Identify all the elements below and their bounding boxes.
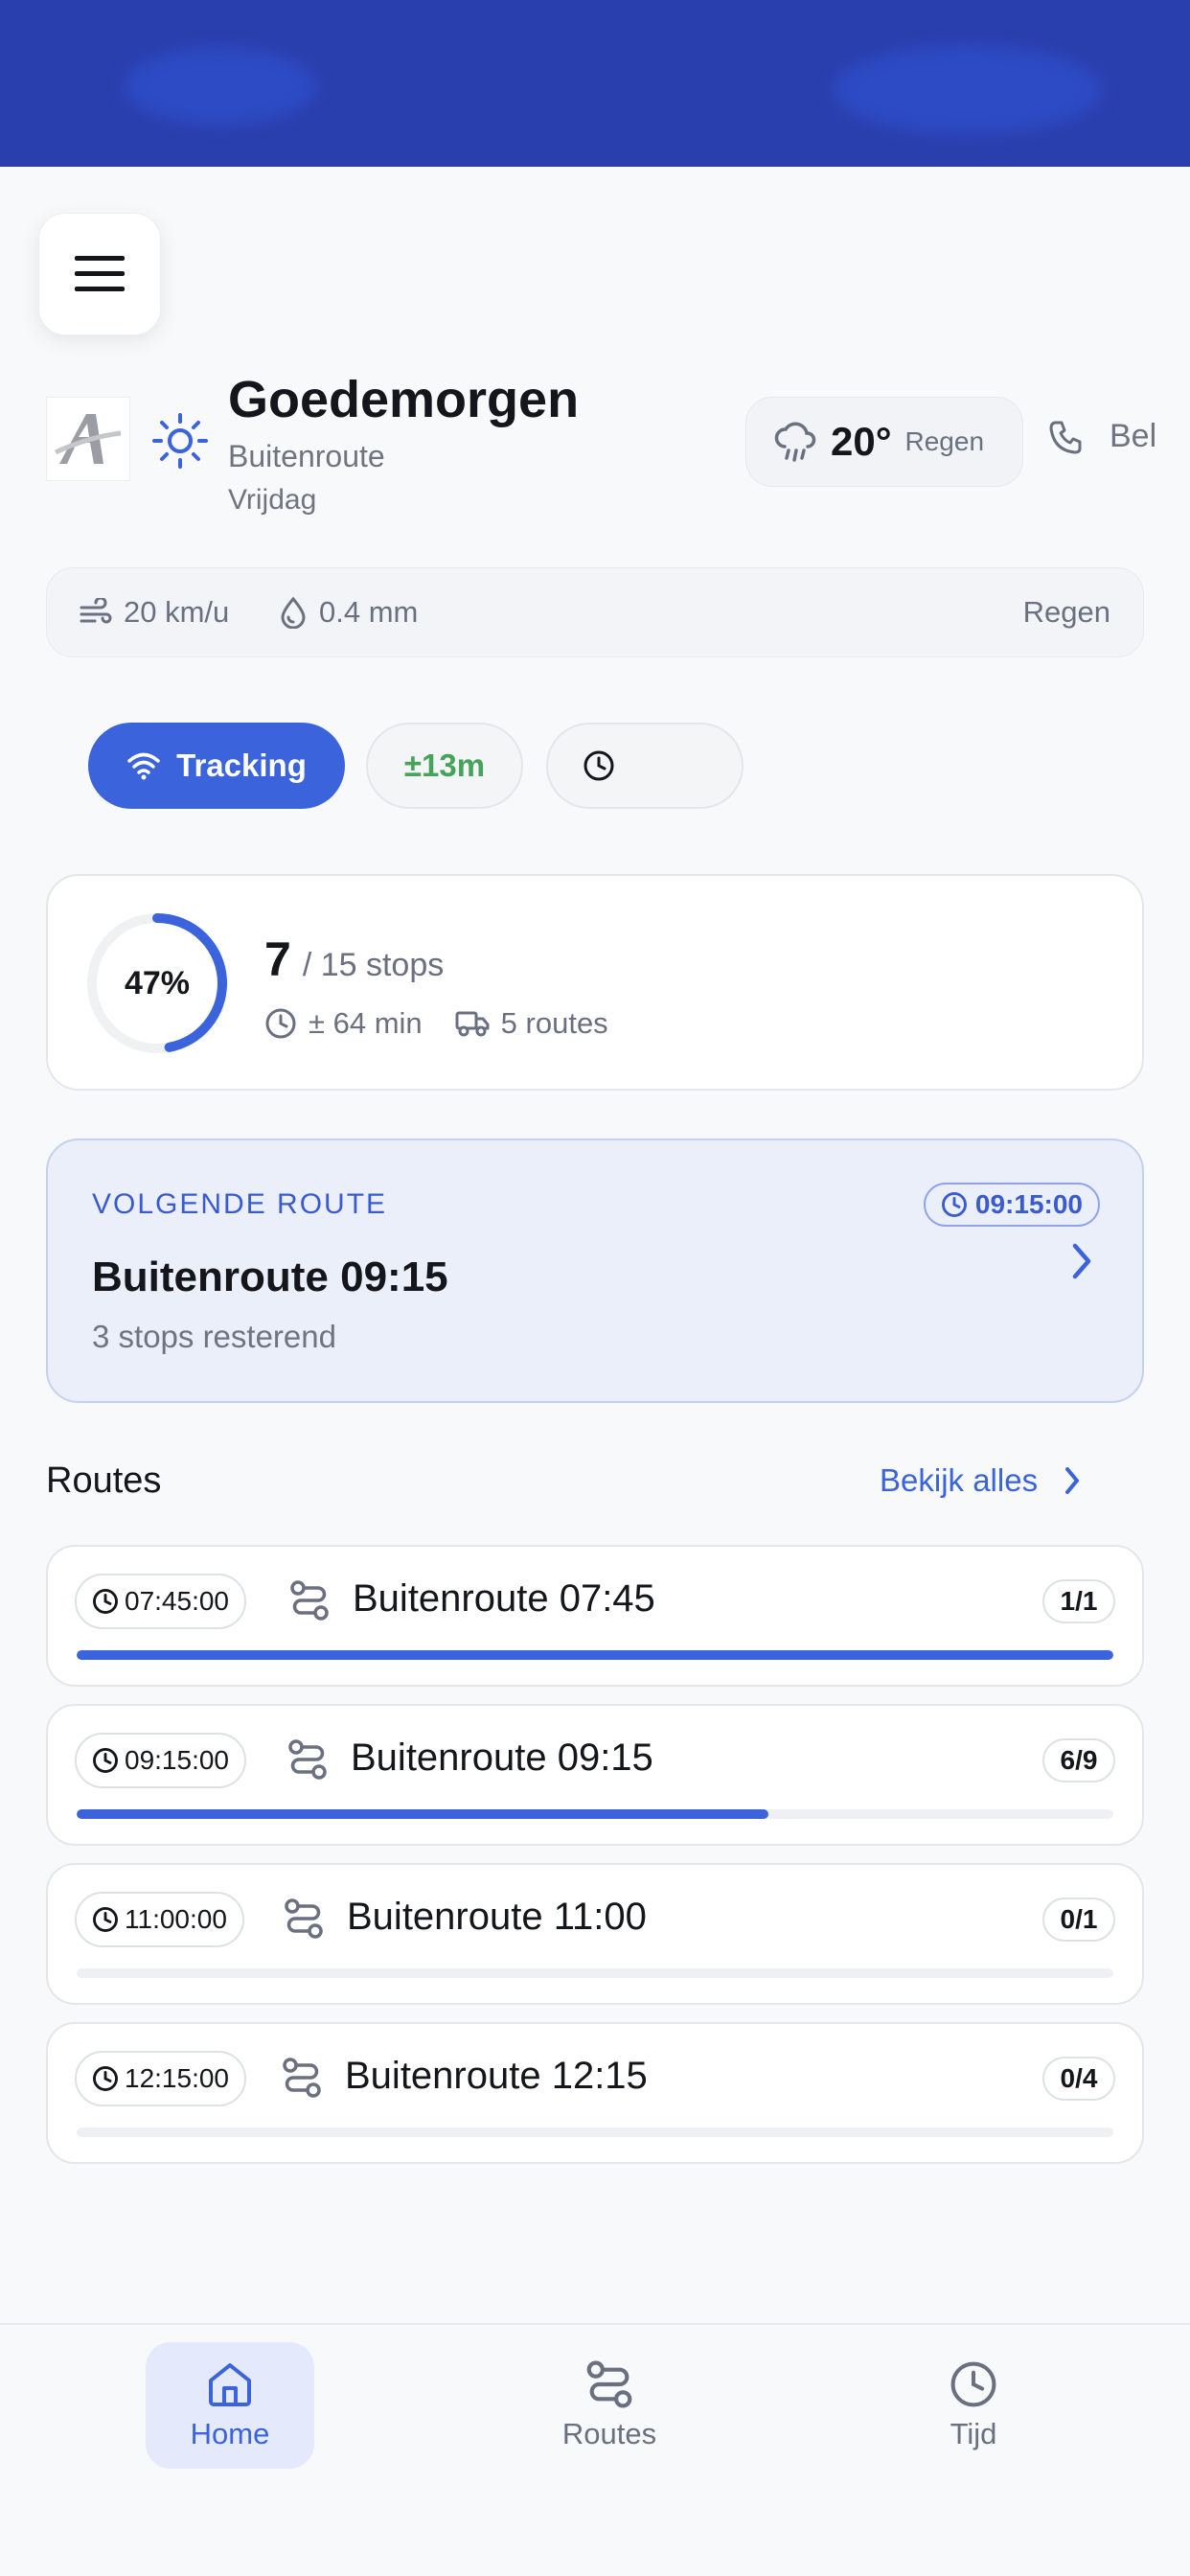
clock-icon: [93, 1589, 118, 1614]
route-time: 12:15:00: [125, 2063, 229, 2093]
route-subtitle: Buitenroute: [228, 439, 385, 473]
bottom-nav: Home Routes Tijd: [0, 2323, 1190, 2576]
clock-icon: [93, 2066, 118, 2091]
route-name: Buitenroute 11:00: [347, 1896, 647, 1938]
sun-icon: [152, 413, 208, 469]
wifi-icon: [127, 752, 160, 780]
stops-total: / 15 stops: [302, 947, 445, 983]
nav-home-label: Home: [190, 2417, 270, 2450]
progress-percent: 47%: [124, 964, 191, 1001]
nav-time-label: Tijd: [950, 2417, 997, 2450]
tracking-chip[interactable]: Tracking: [88, 723, 345, 809]
rain-metric: 0.4 mm: [279, 568, 418, 656]
day-label: Vrijdag: [228, 484, 317, 516]
route-time: 11:00:00: [125, 1904, 227, 1934]
truck-icon: [455, 1011, 490, 1037]
nav-home[interactable]: Home: [146, 2342, 314, 2469]
tracking-label: Tracking: [176, 748, 307, 783]
wind-metric: 20 km/u: [80, 568, 229, 656]
route-count-badge: 6/9: [1042, 1738, 1115, 1782]
route-icon: [285, 1898, 323, 1939]
view-all-link[interactable]: Bekijk alles: [880, 1462, 1082, 1499]
company-logo-icon: [46, 397, 130, 481]
call-label: Bel: [1110, 418, 1157, 454]
route-time: 09:15:00: [125, 1745, 229, 1775]
wind-value: 20 km/u: [124, 595, 230, 629]
route-time-pill: 12:15:00: [75, 2051, 246, 2106]
route-progress-fill: [77, 1809, 768, 1819]
progress-meta: ± 64 min 5 routes: [264, 1006, 608, 1041]
route-time-pill: 07:45:00: [75, 1574, 246, 1629]
clock-icon: [93, 1907, 118, 1932]
weather-condition: Regen: [904, 426, 985, 456]
app-screen: Goedemorgen Buitenroute Vrijdag 20° Rege…: [0, 0, 1190, 2576]
menu-button[interactable]: [38, 213, 161, 335]
chevron-right-icon: [1065, 1467, 1080, 1494]
call-button[interactable]: Bel: [1048, 418, 1156, 455]
route-progress-bar: [77, 1809, 1113, 1819]
chevron-right-icon: [1072, 1243, 1091, 1279]
nav-time[interactable]: Tijd: [889, 2342, 1058, 2469]
route-card[interactable]: 09:15:00 Buitenroute 09:15 6/9: [46, 1704, 1144, 1846]
route-icon: [586, 2360, 632, 2408]
phone-icon: [1049, 421, 1082, 453]
next-route-label: VOLGENDE ROUTE: [92, 1188, 388, 1220]
route-time-pill: 09:15:00: [75, 1733, 246, 1788]
route-count-badge: 0/1: [1042, 1898, 1115, 1942]
route-progress-bar: [77, 2128, 1113, 2137]
route-name: Buitenroute 12:15: [345, 2055, 648, 2097]
rain-value: 0.4 mm: [319, 595, 419, 629]
status-bar-left-blur: [125, 48, 316, 125]
routes-count: 5 routes: [500, 1006, 608, 1040]
route-card[interactable]: 11:00:00 Buitenroute 11:00 0/1: [46, 1863, 1144, 2005]
clock-icon: [93, 1748, 118, 1773]
weather-metrics-bar: 20 km/u 0.4 mm Regen: [46, 567, 1144, 657]
route-time-pill: 11:00:00: [75, 1892, 244, 1947]
clock-chip[interactable]: [546, 723, 744, 809]
metrics-condition: Regen: [1022, 595, 1110, 629]
clock-icon: [941, 1192, 967, 1217]
progress-card: 47% 7 / 15 stops ± 64 min 5 routes: [46, 874, 1144, 1091]
route-name: Buitenroute 07:45: [353, 1577, 655, 1620]
clock-icon: [584, 750, 614, 781]
route-icon: [290, 1580, 329, 1621]
stops-count: 7 / 15 stops: [264, 932, 444, 987]
route-progress-fill: [77, 1650, 1113, 1660]
nav-routes-label: Routes: [561, 2417, 657, 2450]
gps-accuracy-chip[interactable]: ±13m: [366, 723, 523, 809]
route-name: Buitenroute 09:15: [351, 1736, 653, 1779]
duration-value: ± 64 min: [309, 1006, 423, 1040]
view-all-label: Bekijk alles: [880, 1462, 1039, 1498]
route-icon: [283, 2058, 321, 2098]
status-bar: [0, 0, 1190, 167]
route-progress-bar: [77, 1650, 1113, 1660]
status-bar-right-blur: [834, 46, 1102, 134]
route-icon: [288, 1739, 327, 1780]
route-progress-bar: [77, 1968, 1113, 1978]
next-route-time-value: 09:15:00: [974, 1189, 1083, 1219]
route-count-badge: 0/4: [1042, 2057, 1115, 2101]
next-route-title: Buitenroute 09:15: [92, 1254, 448, 1300]
next-route-card[interactable]: VOLGENDE ROUTE 09:15:00 Buitenroute 09:1…: [46, 1138, 1144, 1403]
route-card[interactable]: 12:15:00 Buitenroute 12:15 0/4: [46, 2022, 1144, 2164]
wind-icon: [80, 598, 112, 624]
home-icon: [209, 2363, 251, 2406]
droplet-icon: [281, 596, 306, 629]
clock-icon: [265, 1008, 296, 1039]
next-route-subtitle: 3 stops resterend: [92, 1319, 336, 1354]
weather-pill[interactable]: 20° Regen: [745, 397, 1023, 487]
nav-routes[interactable]: Routes: [525, 2342, 694, 2469]
rain-cloud-icon: [774, 422, 816, 462]
route-time: 07:45:00: [125, 1586, 229, 1616]
next-route-time: 09:15:00: [923, 1183, 1100, 1227]
temperature-value: 20°: [831, 419, 892, 464]
clock-icon: [950, 2361, 996, 2407]
hamburger-icon: [75, 256, 125, 291]
routes-section-title: Routes: [46, 1460, 162, 1501]
greeting-title: Goedemorgen: [228, 371, 580, 428]
route-card[interactable]: 07:45:00 Buitenroute 07:45 1/1: [46, 1545, 1144, 1687]
stops-done: 7: [264, 932, 291, 986]
route-count-badge: 1/1: [1042, 1579, 1115, 1623]
